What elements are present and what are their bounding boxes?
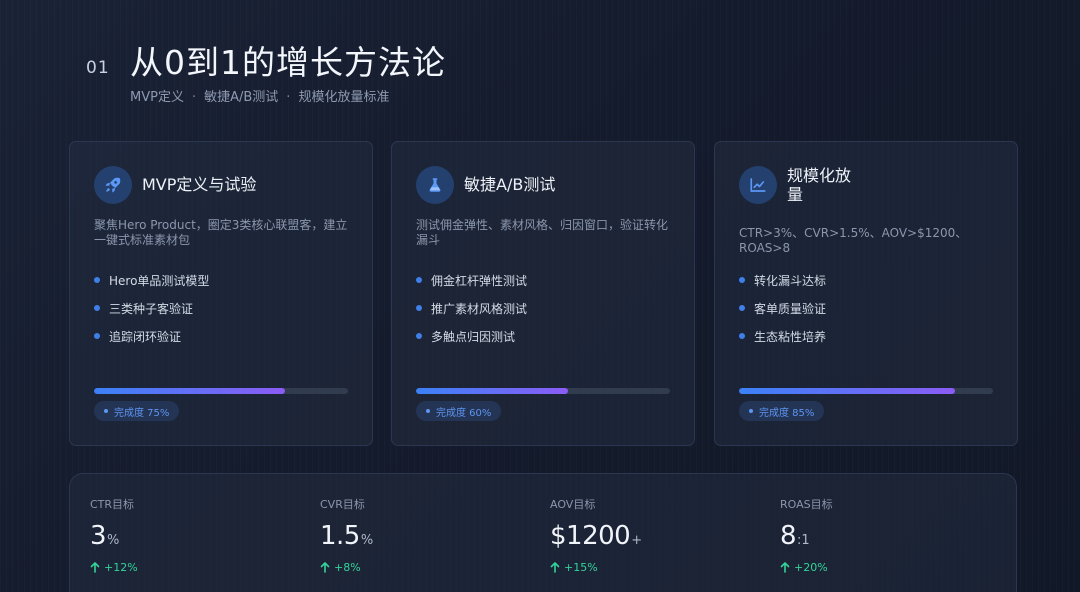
stat-change: +8% [320,561,373,574]
list-item: 推广素材风格测试 [416,294,527,322]
bullet-icon [94,333,100,339]
list-item-label: 推广素材风格测试 [431,301,528,316]
list-item: 追踪闭环验证 [94,322,209,350]
line-chart-icon [739,166,777,204]
arrow-up-icon [320,562,330,573]
progress-bar [416,388,670,394]
stat-unit: % [107,533,120,548]
card-description: 聚焦Hero Product，圈定3类核心联盟客，建立一键式标准素材包 [94,218,348,247]
stat-change-value: +12% [104,561,138,574]
progress-bar [94,388,348,394]
card-item-list: 转化漏斗达标 客单质量验证 生态粘性培养 [739,266,826,350]
stat-roas: ROAS目标 8:1 +20% [780,496,833,574]
stat-change-value: +8% [334,561,361,574]
list-item: 转化漏斗达标 [739,266,826,294]
subtitle-part: MVP定义 [130,90,184,105]
stat-value: $1200 [550,521,631,551]
list-item: 三类种子客验证 [94,294,209,322]
progress-fill [739,388,955,394]
badge-dot-icon [749,409,753,413]
stat-unit: % [360,533,374,548]
stat-aov: AOV目标 $1200 + +15% [550,496,642,574]
stat-value: 1.5 [320,521,360,551]
list-item: 客单质量验证 [739,294,826,322]
section-number: 01 [86,58,110,78]
bullet-icon [416,333,422,339]
bullet-icon [739,333,745,339]
subtitle-separator: · [286,90,291,105]
card-title: 规模化放量 [787,166,852,204]
list-item: 多触点归因测试 [416,322,527,350]
card-ab-testing: 敏捷A/B测试 测试佣金弹性、素材风格、归因窗口，验证转化漏斗 佣金杠杆弹性测试… [391,141,695,446]
progress-label: 完成度 60% [436,407,492,419]
progress-fill [416,388,569,394]
stat-change: +15% [550,561,642,574]
list-item-label: 多触点归因测试 [431,329,516,344]
bullet-icon [739,277,745,283]
progress-fill [94,388,285,394]
card-description: CTR>3%、CVR>1.5%、AOV>$1200、ROAS>8 [739,226,968,255]
card-scale-up: 规模化放量 CTR>3%、CVR>1.5%、AOV>$1200、ROAS>8 转… [714,141,1018,446]
badge-dot-icon [104,409,108,413]
list-item-label: 转化漏斗达标 [754,273,827,288]
progress-bar [739,388,993,394]
list-item-label: 生态粘性培养 [754,329,827,344]
stat-label: CVR目标 [320,498,365,511]
list-item: 佣金杠杆弹性测试 [416,266,527,294]
flask-icon [416,166,454,204]
bullet-icon [94,305,100,311]
list-item: Hero单品测试模型 [94,266,209,294]
progress-label: 完成度 75% [114,407,170,419]
card-item-list: 佣金杠杆弹性测试 推广素材风格测试 多触点归因测试 [416,266,527,350]
card-title: MVP定义与试验 [142,175,257,194]
bullet-icon [94,277,100,283]
stat-change-value: +15% [564,561,598,574]
list-item: 生态粘性培养 [739,322,826,350]
card-item-list: Hero单品测试模型 三类种子客验证 追踪闭环验证 [94,266,209,350]
bullet-icon [416,277,422,283]
arrow-up-icon [780,562,790,573]
rocket-icon [94,166,132,204]
kpi-stats-panel: CTR目标 3% +12% CVR目标 1.5% +8% AOV目标 $1200… [69,473,1017,592]
stat-change: +12% [90,561,138,574]
badge-dot-icon [426,409,430,413]
bullet-icon [739,305,745,311]
stat-label: ROAS目标 [780,498,833,511]
list-item-label: 追踪闭环验证 [109,329,182,344]
stat-change-value: +20% [794,561,828,574]
stat-label: CTR目标 [90,498,135,511]
card-mvp: MVP定义与试验 聚焦Hero Product，圈定3类核心联盟客，建立一键式标… [69,141,373,446]
progress-label: 完成度 85% [759,407,815,419]
list-item-label: 客单质量验证 [754,301,827,316]
list-item-label: 佣金杠杆弹性测试 [431,273,528,288]
subtitle-part: 敏捷A/B测试 [204,90,279,105]
stat-cvr: CVR目标 1.5% +8% [320,496,373,574]
stat-ctr: CTR目标 3% +12% [90,496,138,574]
stat-label: AOV目标 [550,498,596,511]
stat-unit: + [631,533,643,548]
bullet-icon [416,305,422,311]
card-title: 敏捷A/B测试 [464,175,556,194]
stat-value: 8 [780,521,797,551]
progress-badge: 完成度 75% [94,401,180,421]
stat-change: +20% [780,561,833,574]
stat-value: 3 [90,521,107,551]
arrow-up-icon [550,562,560,573]
arrow-up-icon [90,562,100,573]
progress-badge: 完成度 85% [739,401,825,421]
progress-badge: 完成度 60% [416,401,502,421]
page-title: 从0到1的增长方法论 [130,43,446,82]
subtitle-part: 规模化放量标准 [298,90,390,105]
subtitle-separator: · [191,90,197,105]
page-subtitle: MVP定义 · 敏捷A/B测试 · 规模化放量标准 [130,86,389,105]
stat-unit: :1 [797,533,810,548]
list-item-label: Hero单品测试模型 [109,273,210,288]
card-description: 测试佣金弹性、素材风格、归因窗口，验证转化漏斗 [416,218,669,247]
list-item-label: 三类种子客验证 [109,301,194,316]
